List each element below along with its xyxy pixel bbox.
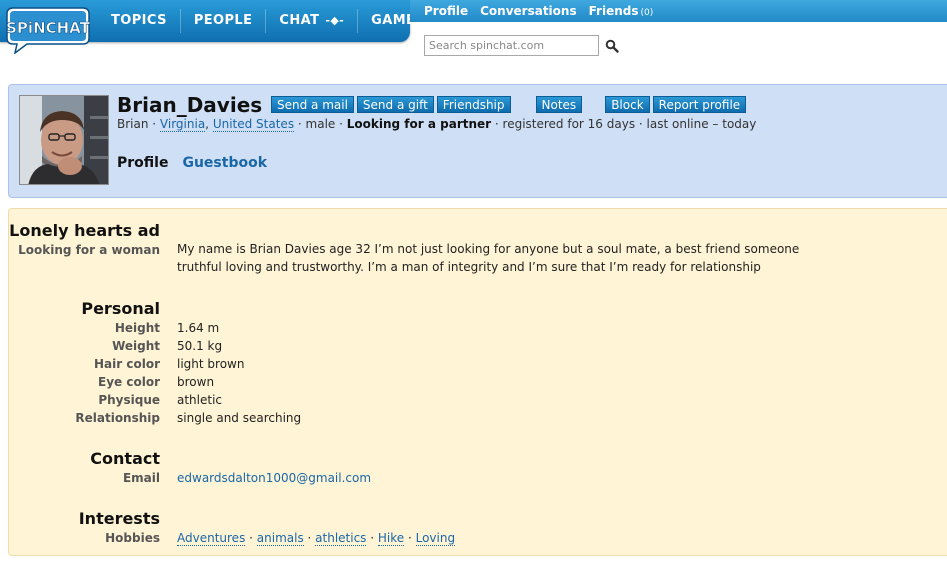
meta-name: Brian (117, 117, 149, 131)
avatar-photo (20, 96, 108, 184)
hobby-link[interactable]: animals (256, 531, 304, 546)
hair-color-label: Hair color (94, 357, 160, 371)
profile-tabs: Profile Guestbook (117, 155, 267, 171)
search-bar (424, 35, 619, 56)
subnav-conversations[interactable]: Conversations (480, 4, 577, 18)
friends-count-badge: (0) (640, 8, 654, 18)
ad-text: My name is Brian Davies age 32 I’m not j… (177, 242, 800, 274)
main-nav-bar: SPiNCHAT TOPICS PEOPLE CHAT -◆- GAMES (0, 0, 425, 54)
meta-country-link[interactable]: United States (212, 117, 295, 132)
physique-value: athletic (177, 393, 223, 407)
section-title-personal: Personal (81, 299, 160, 318)
search-icon[interactable] (605, 39, 619, 53)
profile-meta: Brian · Virginia, United States · male ·… (117, 117, 757, 132)
meta-state-link[interactable]: Virginia (159, 117, 206, 132)
search-input[interactable] (424, 35, 599, 56)
meta-online: last online – today (646, 117, 757, 131)
relationship-value: single and searching (177, 411, 302, 425)
hobby-link[interactable]: Hike (377, 531, 405, 546)
block-button[interactable]: Block (605, 96, 650, 113)
send-mail-button[interactable]: Send a mail (271, 96, 354, 113)
looking-for-label: Looking for a woman (18, 243, 160, 257)
spinchat-logo[interactable]: SPiNCHAT (5, 4, 91, 54)
chat-arrow-icon: -◆- (325, 14, 345, 27)
physique-label: Physique (98, 393, 160, 407)
profile-header: Brian_Davies Send a mail Send a gift Fri… (8, 84, 947, 198)
user-subnav: Profile Conversations Friends (0) (410, 0, 947, 22)
logo-text: SPiNCHAT (6, 19, 90, 37)
nav-chat-label: CHAT (279, 13, 320, 28)
hair-color-value: light brown (177, 357, 245, 371)
notes-button[interactable]: Notes (535, 96, 583, 113)
subnav-profile[interactable]: Profile (424, 4, 468, 18)
nav-topics[interactable]: TOPICS (98, 9, 181, 33)
height-label: Height (114, 321, 160, 335)
eye-color-label: Eye color (98, 375, 160, 389)
hobbies-label: Hobbies (105, 531, 160, 545)
profile-username: Brian_Davies (117, 93, 263, 117)
section-title-contact: Contact (90, 449, 160, 468)
friendship-button[interactable]: Friendship (436, 96, 511, 113)
email-link[interactable]: edwardsdalton1000@gmail.com (177, 471, 371, 485)
nav-people[interactable]: PEOPLE (181, 9, 267, 33)
hobby-link[interactable]: Adventures (177, 531, 246, 546)
section-title-lonely-hearts: Lonely hearts ad (9, 221, 160, 240)
subnav-friends-label: Friends (588, 4, 639, 18)
hobbies-list: Adventures · animals · athletics · Hike … (177, 531, 456, 546)
meta-gender: male (305, 117, 336, 131)
weight-value: 50.1 kg (177, 339, 223, 353)
section-title-interests: Interests (78, 509, 160, 528)
relationship-label: Relationship (75, 411, 160, 425)
weight-label: Weight (112, 339, 160, 353)
profile-details: Lonely hearts ad Looking for a woman My … (8, 208, 947, 556)
hobby-link[interactable]: Loving (415, 531, 456, 546)
meta-looking: Looking for a partner (346, 117, 492, 131)
profile-actions: Send a mail Send a gift Friendship Notes… (271, 96, 749, 113)
tab-guestbook[interactable]: Guestbook (182, 155, 267, 171)
email-label: Email (122, 471, 160, 485)
subnav-friends[interactable]: Friends (0) (589, 4, 654, 18)
report-profile-button[interactable]: Report profile (652, 96, 747, 113)
tab-profile[interactable]: Profile (117, 155, 168, 171)
height-value: 1.64 m (177, 321, 220, 335)
nav-chat[interactable]: CHAT -◆- (266, 9, 359, 33)
hobby-link[interactable]: athletics (315, 531, 367, 546)
avatar[interactable] (19, 95, 109, 185)
eye-color-value: brown (177, 375, 215, 389)
meta-registered: registered for 16 days (502, 117, 636, 131)
send-gift-button[interactable]: Send a gift (356, 96, 434, 113)
